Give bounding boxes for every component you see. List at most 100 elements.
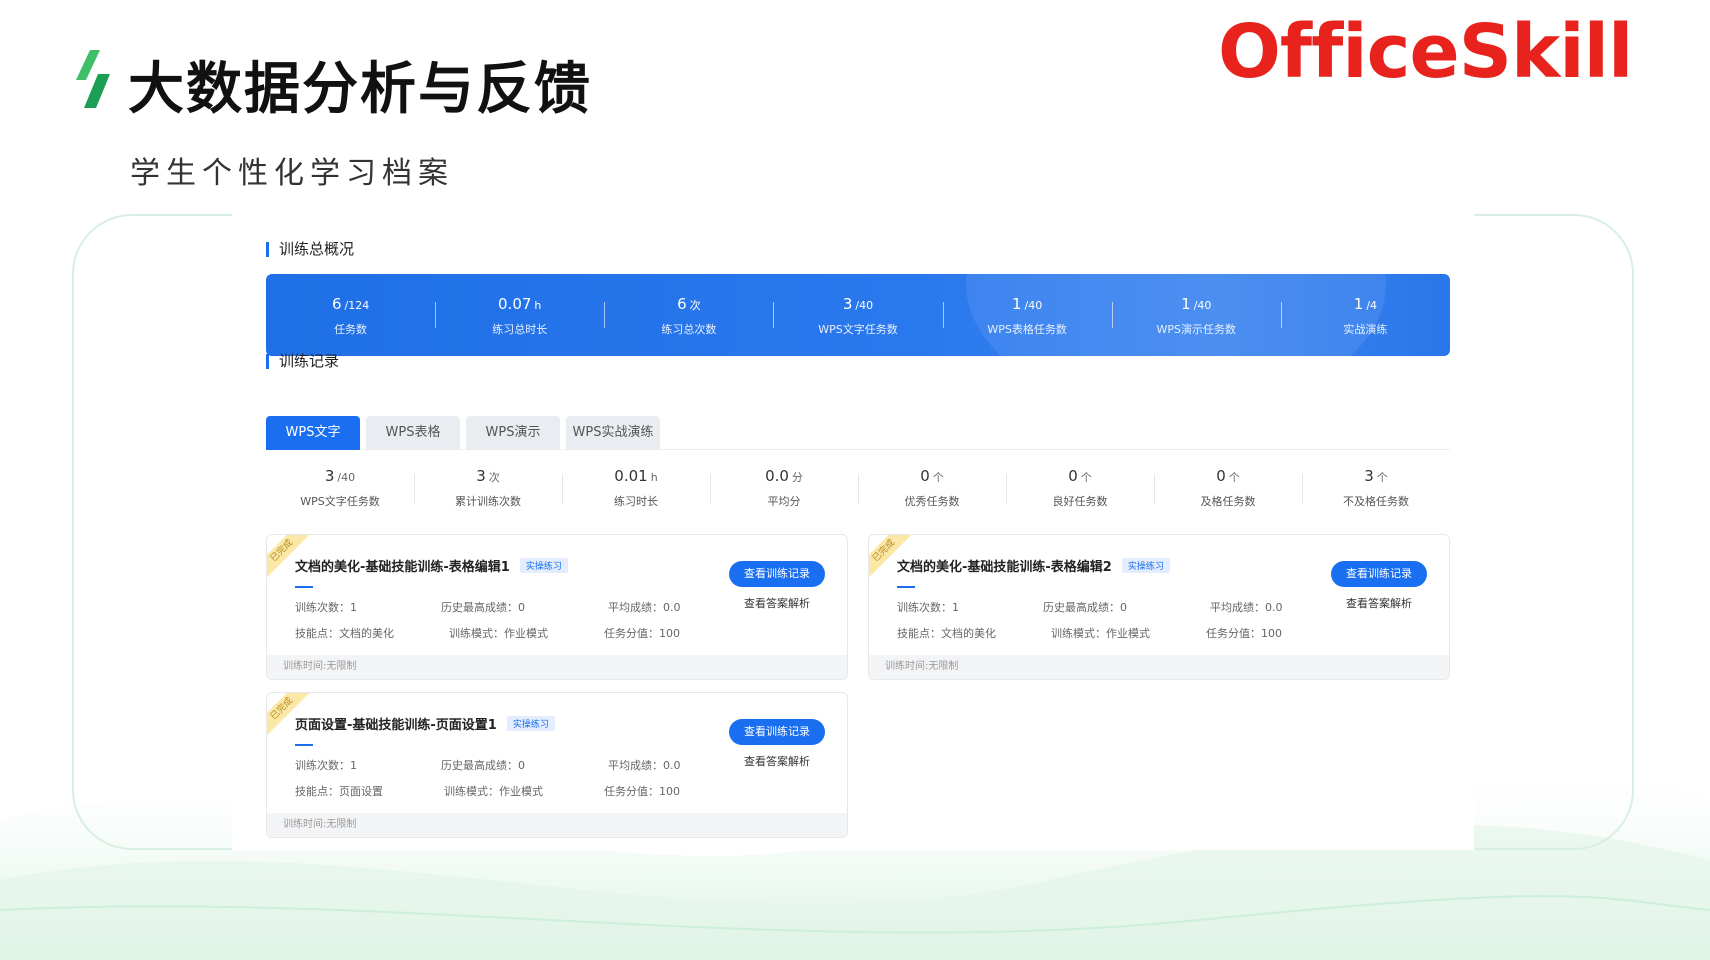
tab-wps-slides[interactable]: WPS演示 bbox=[466, 416, 560, 450]
stat-unit: 个 bbox=[1376, 471, 1388, 484]
records-section-title: 训练记录 bbox=[266, 354, 339, 369]
best-score: 历史最高成绩：0 bbox=[441, 601, 525, 614]
view-answer-analysis-link[interactable]: 查看答案解析 bbox=[1331, 595, 1427, 611]
train-mode: 训练模式：作业模式 bbox=[1051, 627, 1150, 640]
stat-unit: /40 bbox=[337, 471, 356, 484]
stat-label: 平均分 bbox=[767, 495, 801, 508]
overview-item-count: 6次 练习总次数 bbox=[604, 274, 773, 356]
task-title: 文档的美化-基础技能训练-表格编辑1 实操练习 bbox=[295, 556, 568, 575]
overview-value: 6 bbox=[331, 295, 342, 313]
task-score: 任务分值：100 bbox=[604, 785, 680, 798]
slide-title: 大数据分析与反馈 bbox=[128, 57, 592, 122]
stat-unit: 次 bbox=[488, 471, 500, 484]
overview-item-wps-text: 3/40 WPS文字任务数 bbox=[773, 274, 942, 356]
training-time: 训练时间:无限制 bbox=[267, 655, 847, 679]
overview-section-title: 训练总概况 bbox=[266, 242, 354, 257]
train-count: 训练次数：1 bbox=[897, 601, 959, 614]
stat-label: WPS文字任务数 bbox=[300, 495, 380, 508]
officeskill-logo: OfficeSkill bbox=[1218, 9, 1633, 95]
best-score: 历史最高成绩：0 bbox=[441, 759, 525, 772]
overview-unit: /4 bbox=[1366, 299, 1378, 312]
overview-item-wps-sheet: 1/40 WPS表格任务数 bbox=[942, 274, 1112, 356]
overview-unit: /40 bbox=[1193, 299, 1212, 312]
overview-value: 3 bbox=[842, 295, 853, 313]
view-training-record-button[interactable]: 查看训练记录 bbox=[729, 719, 825, 745]
stat-label: 及格任务数 bbox=[1200, 495, 1256, 508]
overview-label: WPS文字任务数 bbox=[818, 323, 898, 336]
skill-point: 技能点：文档的美化 bbox=[295, 627, 394, 640]
view-training-record-button[interactable]: 查看训练记录 bbox=[729, 561, 825, 587]
stat-item: 0.0 分平均分 bbox=[710, 466, 858, 516]
task-score: 任务分值：100 bbox=[1206, 627, 1282, 640]
title-accent-icon bbox=[76, 50, 110, 108]
tab-wps-practice[interactable]: WPS实战演练 bbox=[566, 416, 660, 450]
stat-label: 不及格任务数 bbox=[1343, 495, 1409, 508]
task-type-tag: 实操练习 bbox=[1121, 558, 1170, 573]
tab-wps-sheet[interactable]: WPS表格 bbox=[366, 416, 460, 450]
train-mode: 训练模式：作业模式 bbox=[449, 627, 548, 640]
view-answer-analysis-link[interactable]: 查看答案解析 bbox=[729, 595, 825, 611]
train-count: 训练次数：1 bbox=[295, 601, 357, 614]
task-info-row: 技能点：文档的美化 训练模式：作业模式 任务分值：100 bbox=[897, 625, 1317, 640]
stat-item: 0 个优秀任务数 bbox=[858, 466, 1006, 516]
stat-unit: h bbox=[650, 471, 658, 484]
task-info-row: 训练次数：1 历史最高成绩：0 平均成绩：0.0 bbox=[295, 757, 715, 772]
stat-item: 3/40 WPS文字任务数 bbox=[266, 466, 414, 516]
overview-unit: h bbox=[534, 299, 542, 312]
task-type-tag: 实操练习 bbox=[519, 558, 568, 573]
task-title-text: 文档的美化-基础技能训练-表格编辑1 bbox=[295, 560, 510, 575]
task-info-row: 技能点：文档的美化 训练模式：作业模式 任务分值：100 bbox=[295, 625, 715, 640]
task-title: 页面设置-基础技能训练-页面设置1 实操练习 bbox=[295, 714, 555, 733]
title-underline bbox=[295, 744, 313, 746]
stat-value: 0 bbox=[1068, 467, 1078, 485]
stat-item: 3 次累计训练次数 bbox=[414, 466, 562, 516]
overview-banner: 6/124 任务数 0.07 h 练习总时长 6次 练习总次数 3/40 WPS文… bbox=[266, 274, 1450, 356]
stat-unit: 个 bbox=[932, 471, 944, 484]
stat-label: 练习时长 bbox=[614, 495, 658, 508]
train-count: 训练次数：1 bbox=[295, 759, 357, 772]
overview-value: 1 bbox=[1181, 295, 1191, 313]
stat-unit: 分 bbox=[791, 471, 803, 484]
training-time: 训练时间:无限制 bbox=[869, 655, 1449, 679]
view-answer-analysis-link[interactable]: 查看答案解析 bbox=[729, 753, 825, 769]
task-title-text: 文档的美化-基础技能训练-表格编辑2 bbox=[897, 560, 1112, 575]
overview-value: 6 bbox=[677, 295, 687, 313]
stat-value: 0 bbox=[1216, 467, 1226, 485]
stat-label: 优秀任务数 bbox=[904, 495, 960, 508]
overview-label: 练习总时长 bbox=[492, 323, 548, 336]
overview-unit: /40 bbox=[855, 299, 874, 312]
overview-label: WPS表格任务数 bbox=[987, 323, 1067, 336]
stat-label: 累计训练次数 bbox=[455, 495, 521, 508]
overview-item-practice: 1/4 实战演练 bbox=[1280, 274, 1450, 356]
view-training-record-button[interactable]: 查看训练记录 bbox=[1331, 561, 1427, 587]
tab-wps-text[interactable]: WPS文字 bbox=[266, 416, 360, 450]
stat-unit: 个 bbox=[1228, 471, 1240, 484]
stat-value: 3 bbox=[476, 467, 486, 485]
skill-point: 技能点：文档的美化 bbox=[897, 627, 996, 640]
training-time: 训练时间:无限制 bbox=[267, 813, 847, 837]
stat-value: 0.01 bbox=[614, 467, 648, 485]
avg-score: 平均成绩：0.0 bbox=[608, 759, 681, 772]
stat-value: 3 bbox=[1364, 467, 1374, 485]
best-score: 历史最高成绩：0 bbox=[1043, 601, 1127, 614]
stat-unit: 个 bbox=[1080, 471, 1092, 484]
stat-value: 0 bbox=[920, 467, 930, 485]
task-title-text: 页面设置-基础技能训练-页面设置1 bbox=[295, 718, 497, 733]
stat-value: 0.0 bbox=[765, 467, 789, 485]
overview-label: 练习总次数 bbox=[661, 323, 717, 336]
overview-item-tasks: 6/124 任务数 bbox=[266, 274, 435, 356]
overview-value: 1 bbox=[1353, 295, 1364, 313]
stat-item: 0 个及格任务数 bbox=[1154, 466, 1302, 516]
overview-unit: /124 bbox=[344, 299, 370, 312]
stat-value: 3 bbox=[324, 467, 335, 485]
task-info-row: 训练次数：1 历史最高成绩：0 平均成绩：0.0 bbox=[897, 599, 1317, 614]
avg-score: 平均成绩：0.0 bbox=[1210, 601, 1283, 614]
task-type-tag: 实操练习 bbox=[506, 716, 555, 731]
task-info-row: 训练次数：1 历史最高成绩：0 平均成绩：0.0 bbox=[295, 599, 715, 614]
task-score: 任务分值：100 bbox=[604, 627, 680, 640]
skill-point: 技能点：页面设置 bbox=[295, 785, 383, 798]
overview-label: 任务数 bbox=[334, 323, 368, 336]
overview-unit: 次 bbox=[689, 299, 701, 312]
avg-score: 平均成绩：0.0 bbox=[608, 601, 681, 614]
task-card: 已完成 文档的美化-基础技能训练-表格编辑2 实操练习 训练次数：1 历史最高成绩… bbox=[868, 534, 1450, 680]
